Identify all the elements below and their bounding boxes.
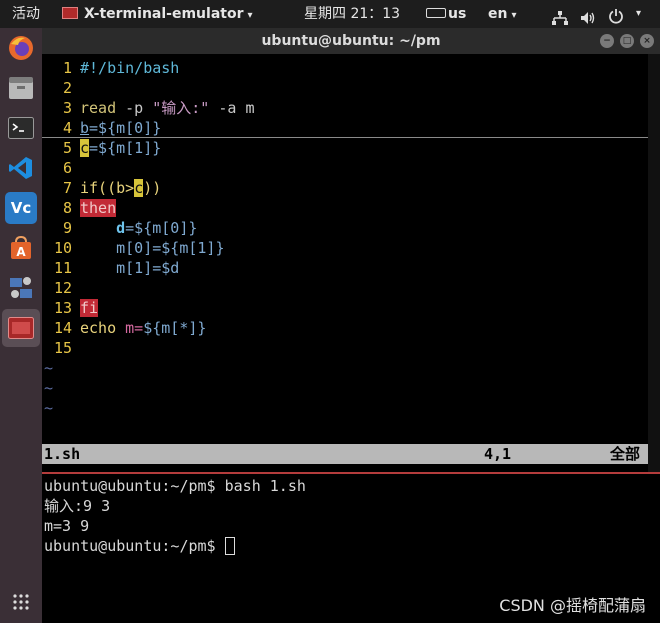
terminal-cursor (224, 536, 235, 555)
error-highlight: fi (80, 299, 99, 317)
apps-grid-icon (13, 594, 29, 610)
watermark: CSDN @摇椅配蒲扇 (499, 596, 646, 615)
code-line: 3 read -p "输入:" -a m (62, 99, 255, 117)
keyboard-indicator[interactable]: us (426, 0, 466, 28)
power-icon[interactable] (608, 6, 624, 24)
software-launcher[interactable]: A (5, 232, 37, 264)
status-filename: 1.sh (44, 445, 81, 463)
status-cursor-position: 4,1 (484, 445, 512, 463)
show-applications-button[interactable] (5, 586, 37, 618)
language-label: en (488, 6, 508, 22)
code-line: 11 m[1]=$d (53, 259, 180, 277)
empty-buffer-line: ~ (44, 399, 54, 417)
window-title: ubuntu@ubuntu: ~/pm (261, 33, 441, 49)
language-menu[interactable]: en ▾ (488, 0, 517, 28)
app-menu[interactable]: X-terminal-emulator ▾ (62, 0, 253, 28)
match-highlight: c (80, 139, 90, 157)
terminal-output-line: ubuntu@ubuntu:~/pm$ bash 1.sh (44, 477, 306, 495)
terminal-prompt-line[interactable]: ubuntu@ubuntu:~/pm$ (44, 536, 235, 556)
terminal-launcher[interactable] (5, 112, 37, 144)
window-titlebar[interactable]: ubuntu@ubuntu: ~/pm − □ × (42, 28, 660, 54)
status-scroll-percent: 全部 (610, 445, 641, 463)
code-line: 10 m[0]=${m[1]} (53, 239, 225, 257)
code-line: 14 echo m=${m[*]} (53, 319, 207, 337)
minimize-button[interactable]: − (600, 34, 614, 48)
firefox-launcher[interactable] (5, 32, 37, 64)
maximize-button[interactable]: □ (620, 34, 634, 48)
vertical-scrollbar[interactable] (648, 54, 660, 472)
code-line: 8 then (62, 199, 117, 217)
vscode-launcher[interactable] (5, 152, 37, 184)
terminal-icon (8, 117, 34, 139)
keyboard-icon (426, 8, 446, 18)
match-highlight: c (134, 179, 144, 197)
empty-buffer-line: ~ (44, 379, 54, 397)
terminal-output-line: m=3 9 (44, 517, 90, 535)
close-button[interactable]: × (640, 34, 654, 48)
software-center-icon: A (11, 235, 31, 259)
clock[interactable]: 星期四 21：13 (304, 0, 400, 28)
files-launcher[interactable] (5, 72, 37, 104)
vscode-icon (9, 157, 32, 179)
firefox-icon (9, 36, 33, 60)
svg-text:A: A (16, 245, 26, 259)
code-line: 1 #!/bin/bash (62, 59, 180, 77)
terminal-output-line: 输入:9 3 (44, 497, 111, 515)
keyboard-layout: us (448, 6, 467, 22)
virtualbox-icon: Vc (10, 199, 32, 217)
code-line: 12 (53, 279, 72, 297)
top-bar: 活动 X-terminal-emulator ▾ 星期四 21：13 us en ▾… (0, 0, 660, 28)
code-line: 13 fi (53, 299, 99, 317)
error-highlight: then (80, 199, 117, 217)
code-line: 2 (62, 79, 72, 97)
code-line: 5 c=${m[1]} (62, 139, 162, 157)
code-line-current: 4 b=${m[0]} (42, 118, 648, 138)
terminal-window: ubuntu@ubuntu: ~/pm − □ × 1 #!/bin/bash 2… (42, 28, 660, 623)
x-terminal-icon (8, 317, 34, 339)
vim-editor-pane[interactable]: 1 #!/bin/bash 2 3 read -p "输入:" -a m 4 b=${… (42, 54, 660, 472)
code-line: 9 d=${m[0]} (62, 219, 198, 237)
launcher-dock: Vc A (0, 28, 42, 623)
vim-status-line: 1.sh 4,1 全部 (42, 444, 648, 464)
system-menu-chevron-icon[interactable]: ▾ (636, 0, 641, 28)
shell-prompt: ubuntu@ubuntu:~/pm$ (44, 537, 225, 555)
code-line: 7 if((b>c)) (62, 179, 162, 197)
network-tool-icon (10, 277, 32, 298)
code-line: 15 (53, 339, 72, 357)
network-tool-launcher[interactable] (5, 272, 37, 304)
volume-icon[interactable] (580, 7, 596, 24)
terminal-app-icon (62, 7, 78, 19)
code-line: 6 (62, 159, 72, 177)
chevron-down-icon: ▾ (511, 10, 517, 21)
text-cursor: b (80, 119, 90, 137)
network-icon[interactable] (552, 7, 568, 25)
x-terminal-launcher[interactable] (2, 309, 40, 347)
app-name: X-terminal-emulator (84, 6, 244, 22)
empty-buffer-line: ~ (44, 359, 54, 377)
virtualbox-launcher[interactable]: Vc (5, 192, 37, 224)
activities-button[interactable]: 活动 (12, 0, 40, 28)
chevron-down-icon: ▾ (247, 10, 253, 21)
files-icon (9, 77, 33, 99)
